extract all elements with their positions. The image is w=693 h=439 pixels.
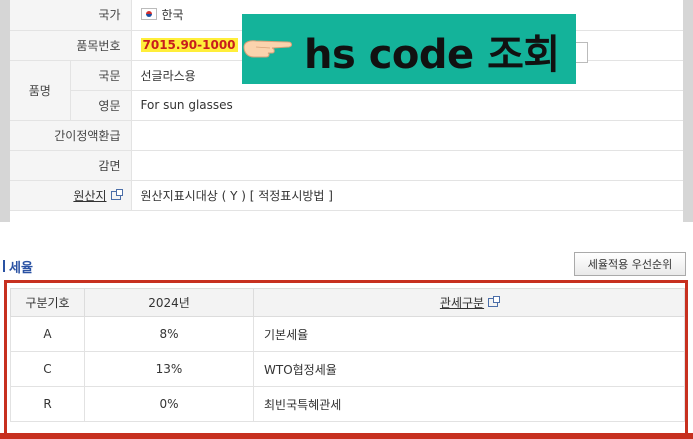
row-rate: 8% [84,316,254,352]
banner-text: hs code 조회 [304,32,560,78]
table-row: R 0% 최빈국특혜관세 [10,386,685,422]
hs-label: 품목번호 [10,30,132,61]
tariff-highlight-box: 구분기호 2024년 관세구분 A 8% 기본세율 C 13% WTO협정세율 … [4,280,688,439]
header-type-cell: 관세구분 [253,288,685,317]
name-label: 품명 [10,60,71,121]
pointing-hand-icon [243,40,292,58]
header-type-link[interactable]: 관세구분 [440,296,484,310]
popup-icon[interactable] [110,188,123,200]
country-label: 국가 [10,0,132,31]
english-label: 영문 [70,90,132,121]
origin-row: 원산지 원산지표시대상 ( Y ) [ 적정표시방법 ] [10,180,683,211]
origin-value: 원산지표시대상 ( Y ) [ 적정표시방법 ] [131,180,683,211]
refund-value [131,120,683,151]
english-name-row: 영문 For sun glasses [10,90,683,121]
korea-flag-icon [140,8,157,21]
reduction-value [131,150,683,181]
row-type: 기본세율 [253,316,685,352]
row-type: 최빈국특혜관세 [253,386,685,422]
header-year: 2024년 [84,288,254,317]
country-value: 한국 [161,8,184,23]
table-row: A 8% 기본세율 [10,316,685,352]
row-code: R [10,386,85,422]
table-row: C 13% WTO협정세율 [10,351,685,387]
row-rate: 0% [84,386,254,422]
tariff-section: 세율 세율적용 우선순위 구분기호 2024년 관세구분 A 8% 기본세율 C… [0,222,693,439]
page-frame: 국가 한국 품목번호 7015.90-1000 품명 국문 선글라스용 영문 F… [0,0,693,439]
row-code: C [10,351,85,387]
reduction-label: 감면 [10,150,132,181]
tariff-table: 구분기호 2024년 관세구분 A 8% 기본세율 C 13% WTO협정세율 … [10,288,685,422]
origin-link[interactable]: 원산지 [73,189,106,203]
priority-button[interactable]: 세율적용 우선순위 [574,252,686,276]
row-type: WTO협정세율 [253,351,685,387]
origin-label-cell: 원산지 [10,180,132,211]
popup-icon[interactable] [488,296,501,307]
row-code: A [10,316,85,352]
search-input-edge[interactable] [576,42,588,63]
english-value: For sun glasses [131,90,683,121]
highlight-box-bottom [0,433,693,439]
tariff-title: 세율 [3,257,33,276]
refund-label: 간이정액환급 [10,120,132,151]
korean-label: 국문 [70,60,132,91]
row-rate: 13% [84,351,254,387]
header-code: 구분기호 [10,288,85,317]
refund-row: 간이정액환급 [10,120,683,151]
hs-code-value: 7015.90-1000 [140,38,238,52]
hs-code-banner: hs code 조회 [242,14,576,84]
reduction-row: 감면 [10,150,683,181]
tariff-header-row: 구분기호 2024년 관세구분 [10,288,685,317]
